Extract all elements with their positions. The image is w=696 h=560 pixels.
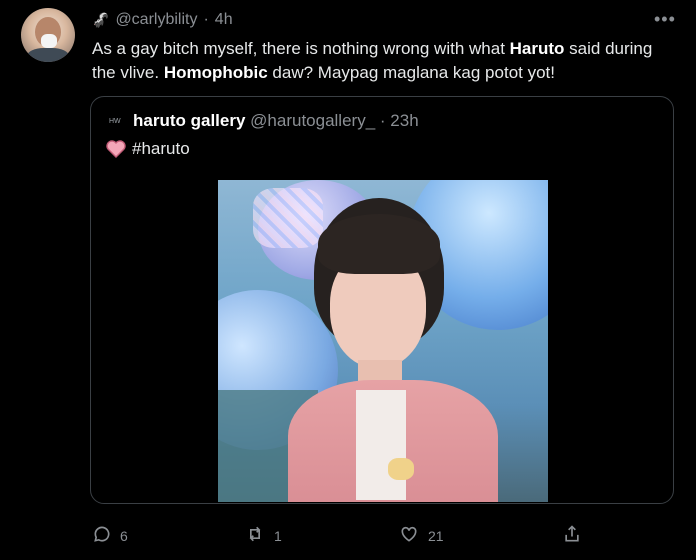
share-button[interactable] [562, 524, 582, 547]
reply-icon [92, 524, 112, 547]
heart-emoji-icon [106, 140, 126, 158]
avatar-shirt [27, 48, 69, 62]
like-count: 21 [428, 527, 444, 544]
name-emoji: 🦨 [92, 11, 110, 28]
quote-body: #haruto [106, 139, 190, 159]
sparkle-decoration [253, 188, 323, 248]
tweet-header: 🦨 @carlybility · 4h [92, 11, 233, 29]
tweet-text: As a gay bitch myself, there is nothing … [92, 37, 672, 85]
quote-handle[interactable]: @harutogallery_ [250, 111, 375, 130]
like-icon [398, 524, 420, 547]
quote-header: haruto gallery @harutogallery_ · 23h [133, 111, 419, 131]
quote-tweet-card[interactable]: HW haruto gallery @harutogallery_ · 23h … [90, 96, 674, 504]
reply-button[interactable]: 6 [92, 524, 128, 547]
retweet-button[interactable]: 1 [244, 524, 282, 547]
like-button[interactable]: 21 [398, 524, 444, 547]
user-handle[interactable]: @carlybility [115, 11, 197, 29]
quote-name[interactable]: haruto gallery [133, 111, 245, 130]
tweet-text-run: As a gay bitch myself, there is nothing … [92, 39, 510, 58]
tweet-time[interactable]: 4h [215, 11, 233, 29]
time-separator: · [203, 11, 209, 28]
more-horizontal-icon[interactable]: ••• [654, 9, 676, 30]
tweet-text-bold: Haruto [509, 39, 565, 58]
tweet-text-run: daw? Maypag maglana kag potot yot! [267, 63, 555, 82]
quote-time-separator: · [379, 111, 386, 130]
quote-photo[interactable] [218, 180, 548, 502]
profile-avatar[interactable] [21, 8, 75, 62]
person-fringe [318, 214, 440, 274]
reply-count: 6 [120, 527, 128, 544]
person-shirt [356, 390, 406, 500]
tweet-text-bold: Homophobic [163, 63, 268, 82]
retweet-count: 1 [274, 527, 282, 544]
share-icon [562, 524, 582, 547]
retweet-icon [244, 524, 266, 547]
quote-avatar[interactable]: HW [109, 118, 125, 132]
person-brooch [388, 458, 414, 480]
avatar-hand [41, 34, 57, 48]
quote-time[interactable]: 23h [390, 111, 418, 130]
quote-hashtag[interactable]: #haruto [132, 139, 190, 159]
